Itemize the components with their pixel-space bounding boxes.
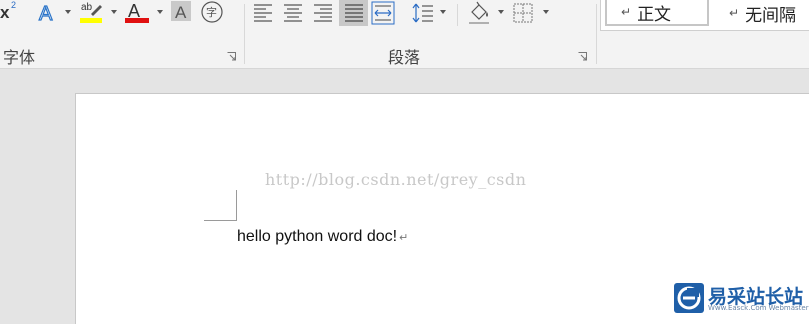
svg-text:A: A — [39, 3, 53, 25]
align-right-icon — [314, 4, 332, 22]
font-dialog-launcher-icon[interactable] — [227, 52, 236, 61]
svg-text:2: 2 — [11, 0, 16, 10]
text-effects-icon: A — [38, 2, 53, 25]
paragraph-dialog-launcher-icon[interactable] — [578, 52, 587, 61]
distributed-button[interactable] — [370, 0, 396, 26]
text-boundary-corner — [204, 220, 236, 221]
text-effects-dropdown[interactable] — [65, 10, 71, 14]
svg-text:A: A — [175, 3, 187, 22]
borders-icon — [513, 3, 533, 23]
paragraph-mark-icon: ↵ — [729, 6, 740, 20]
logo-badge-icon — [674, 283, 704, 313]
text-highlight-button[interactable]: ab — [78, 0, 106, 26]
text-highlight-dropdown[interactable] — [111, 10, 117, 14]
character-shading-icon: A — [171, 1, 191, 22]
superscript-icon: x 2 — [0, 0, 16, 22]
watermark-url: http://blog.csdn.net/grey_csdn — [265, 170, 527, 189]
svg-text:ab: ab — [81, 2, 93, 13]
distributed-icon — [371, 1, 395, 25]
paragraph-mark-icon: ↵ — [621, 5, 632, 19]
line-spacing-icon — [412, 3, 433, 23]
style-item-label: 正文 — [637, 4, 672, 25]
group-separator — [244, 4, 245, 64]
styles-gallery: ↵ 正文 ↵ 无间隔 — [600, 0, 809, 31]
text-effects-button[interactable]: A — [36, 0, 60, 26]
group-separator — [596, 4, 597, 64]
font-group-label: 字体 — [3, 48, 36, 67]
align-left-icon — [254, 4, 272, 22]
document-body-text[interactable]: hello python word doc! ↵ — [237, 228, 408, 246]
body-text: hello python word doc! — [237, 228, 398, 245]
font-color-dropdown[interactable] — [157, 10, 163, 14]
align-center-icon — [284, 4, 302, 22]
site-logo: 易采站长站 Www.Easck.Com Webmaster — [674, 283, 809, 315]
logo-subtext: Www.Easck.Com Webmaster — [708, 304, 809, 312]
font-color-icon: A — [125, 1, 149, 23]
text-boundary-corner — [236, 190, 237, 221]
enclose-characters-glyph: 字 — [206, 6, 217, 19]
style-item-label: 无间隔 — [745, 5, 797, 26]
enclose-characters-button[interactable]: 字 — [200, 0, 224, 26]
align-left-button[interactable] — [250, 0, 276, 26]
paragraph-mark-icon: ↵ — [399, 232, 409, 244]
justify-icon — [344, 4, 363, 22]
shading-button[interactable] — [466, 0, 492, 26]
line-spacing-dropdown[interactable] — [440, 10, 446, 14]
character-shading-button[interactable]: A — [170, 0, 192, 26]
shading-icon — [469, 1, 489, 24]
group-separator — [457, 4, 458, 26]
superscript-button[interactable]: x 2 — [0, 0, 22, 26]
svg-text:x: x — [0, 3, 10, 22]
justify-button[interactable] — [339, 0, 368, 26]
style-item-normal[interactable]: ↵ 正文 — [605, 0, 709, 26]
borders-dropdown[interactable] — [543, 10, 549, 14]
paragraph-group-label: 段落 — [388, 48, 421, 67]
align-center-button[interactable] — [280, 0, 306, 26]
shading-dropdown[interactable] — [498, 10, 504, 14]
text-highlight-color-icon: ab — [80, 2, 102, 23]
borders-button[interactable] — [510, 0, 536, 26]
style-item-no-spacing[interactable]: ↵ 无间隔 — [719, 0, 809, 26]
align-right-button[interactable] — [310, 0, 336, 26]
line-spacing-button[interactable] — [410, 0, 436, 26]
ribbon: x 2 A ab A A 字 字体 段落 ↵ 正文 ↵ 无间隔 — [0, 0, 809, 69]
font-color-button[interactable]: A — [123, 0, 151, 26]
